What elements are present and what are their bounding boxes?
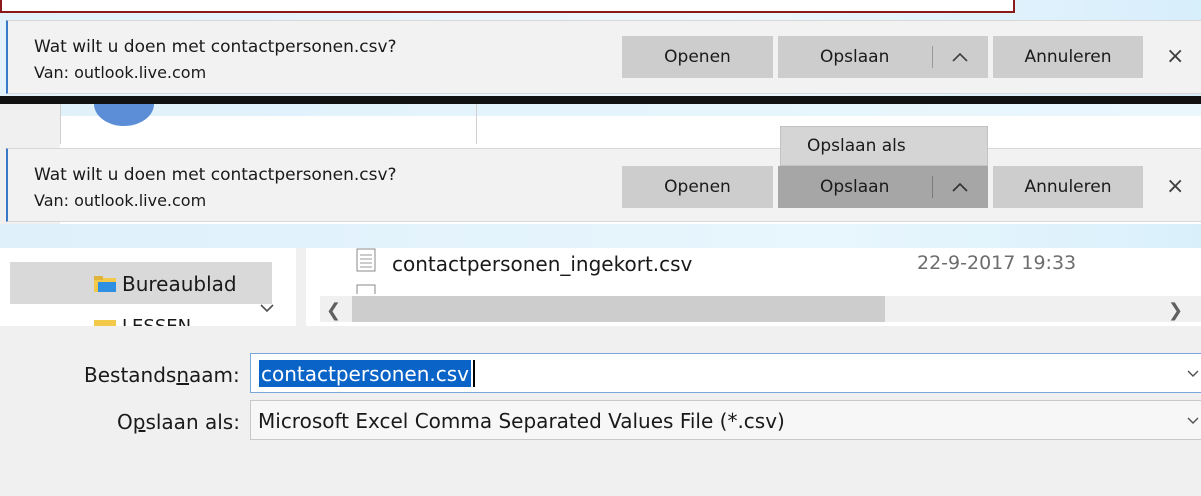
scroll-right-icon[interactable]: ❯ bbox=[1168, 300, 1183, 321]
savetype-label: Opslaan als: bbox=[117, 410, 240, 434]
page-frame-edge bbox=[0, 0, 1015, 13]
download-source: Van: outlook.live.com bbox=[34, 63, 207, 82]
save-split-separator bbox=[932, 46, 933, 68]
chevron-up-icon[interactable] bbox=[950, 181, 970, 193]
savetype-value: Microsoft Excel Comma Separated Values F… bbox=[258, 409, 785, 433]
file-icon bbox=[356, 248, 376, 272]
filename-label: Bestandsnaam: bbox=[84, 363, 240, 387]
chevron-down-icon[interactable] bbox=[258, 302, 276, 314]
chevron-down-icon[interactable] bbox=[1187, 415, 1199, 425]
cancel-button[interactable]: Annuleren bbox=[993, 36, 1143, 78]
divider-bar bbox=[0, 96, 1201, 104]
nav-scrollbar[interactable] bbox=[296, 248, 306, 326]
chevron-up-icon[interactable] bbox=[950, 51, 970, 63]
nav-item-label: Bureaublad bbox=[122, 272, 237, 296]
download-question: Wat wilt u doen met contactpersonen.csv? bbox=[34, 165, 397, 185]
file-list-item-date: 22-9-2017 19:33 bbox=[917, 252, 1077, 274]
download-source: Van: outlook.live.com bbox=[34, 191, 207, 210]
save-as-menu-item[interactable]: Opslaan als bbox=[780, 126, 988, 166]
scrollbar-thumb[interactable] bbox=[352, 296, 885, 322]
close-icon[interactable]: × bbox=[1166, 44, 1184, 69]
download-question: Wat wilt u doen met contactpersonen.csv? bbox=[34, 37, 397, 57]
filename-selected-text: contactpersonen.csv bbox=[259, 360, 471, 387]
save-split-separator bbox=[932, 176, 933, 198]
close-icon[interactable]: × bbox=[1166, 174, 1184, 199]
save-dialog-fields: Bestandsnaam: contactpersonen.csv Opslaa… bbox=[0, 326, 1201, 496]
background-strip bbox=[0, 224, 1201, 248]
folder-icon bbox=[94, 276, 116, 292]
nav-item-label: LESSEN bbox=[122, 316, 191, 326]
text-caret bbox=[473, 360, 475, 387]
filename-input[interactable]: contactpersonen.csv bbox=[250, 353, 1201, 393]
savetype-select[interactable]: Microsoft Excel Comma Separated Values F… bbox=[250, 400, 1201, 440]
folder-icon bbox=[94, 320, 116, 326]
file-dialog-browser: Bureaublad LESSEN contactpersonen_ingeko… bbox=[0, 248, 1201, 326]
chevron-down-icon[interactable] bbox=[1187, 368, 1199, 378]
pane-divider bbox=[60, 104, 61, 144]
file-list-item-name[interactable]: contactpersonen_ingekort.csv bbox=[392, 252, 692, 276]
scroll-left-icon[interactable]: ❮ bbox=[326, 300, 341, 321]
background-strip bbox=[0, 104, 1201, 116]
open-button[interactable]: Openen bbox=[622, 166, 773, 208]
download-notification-1: Wat wilt u doen met contactpersonen.csv?… bbox=[0, 0, 1201, 96]
save-button-label: Opslaan bbox=[820, 47, 890, 67]
open-button[interactable]: Openen bbox=[622, 36, 773, 78]
avatar bbox=[94, 104, 154, 126]
cancel-button[interactable]: Annuleren bbox=[993, 166, 1143, 208]
navigation-pane: Bureaublad LESSEN bbox=[0, 248, 300, 326]
pane-divider bbox=[476, 104, 477, 144]
file-icon bbox=[356, 284, 376, 294]
save-button-label: Opslaan bbox=[820, 177, 890, 197]
